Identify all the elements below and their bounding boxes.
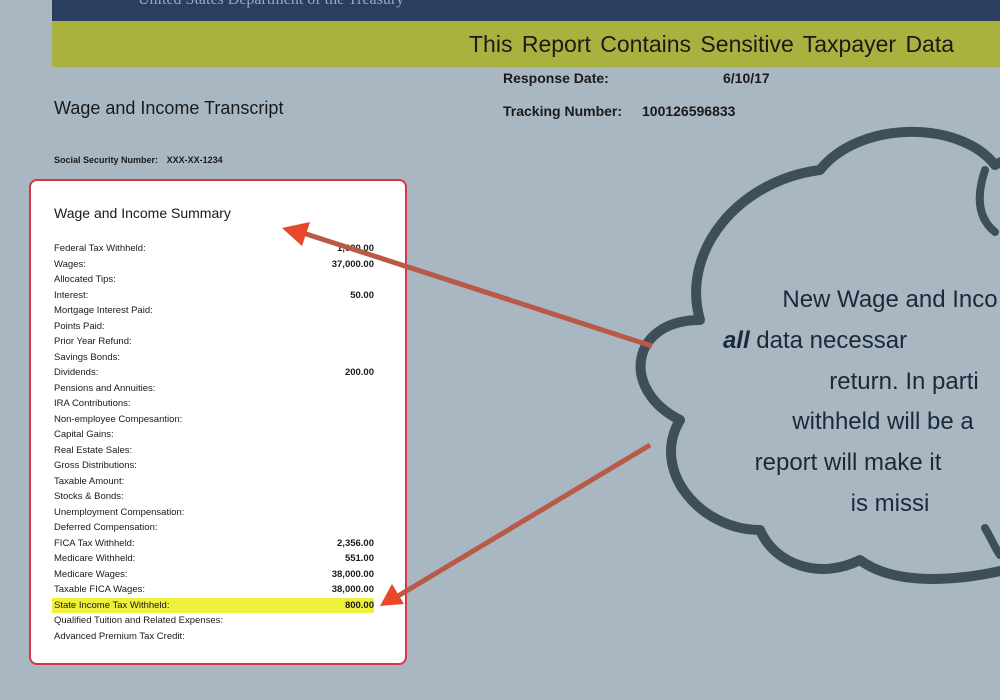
callout-line-1: New Wage and Inco — [782, 286, 998, 313]
arrow-to-state-tax — [396, 442, 652, 599]
callout-line-5: report will make it — [754, 449, 942, 476]
callout-line-2: all data necessar — [615, 327, 1000, 355]
callout-line-2-rest: data necessar — [749, 327, 908, 354]
callout-line-3: return. In parti — [829, 368, 979, 395]
callout-line-6: is missi — [850, 490, 930, 517]
callout-line-4: withheld will be a — [792, 408, 974, 435]
arrow-to-summary-title — [299, 229, 653, 349]
arrow-head-summary — [282, 222, 310, 246]
callout-emphasis: all — [722, 327, 750, 354]
